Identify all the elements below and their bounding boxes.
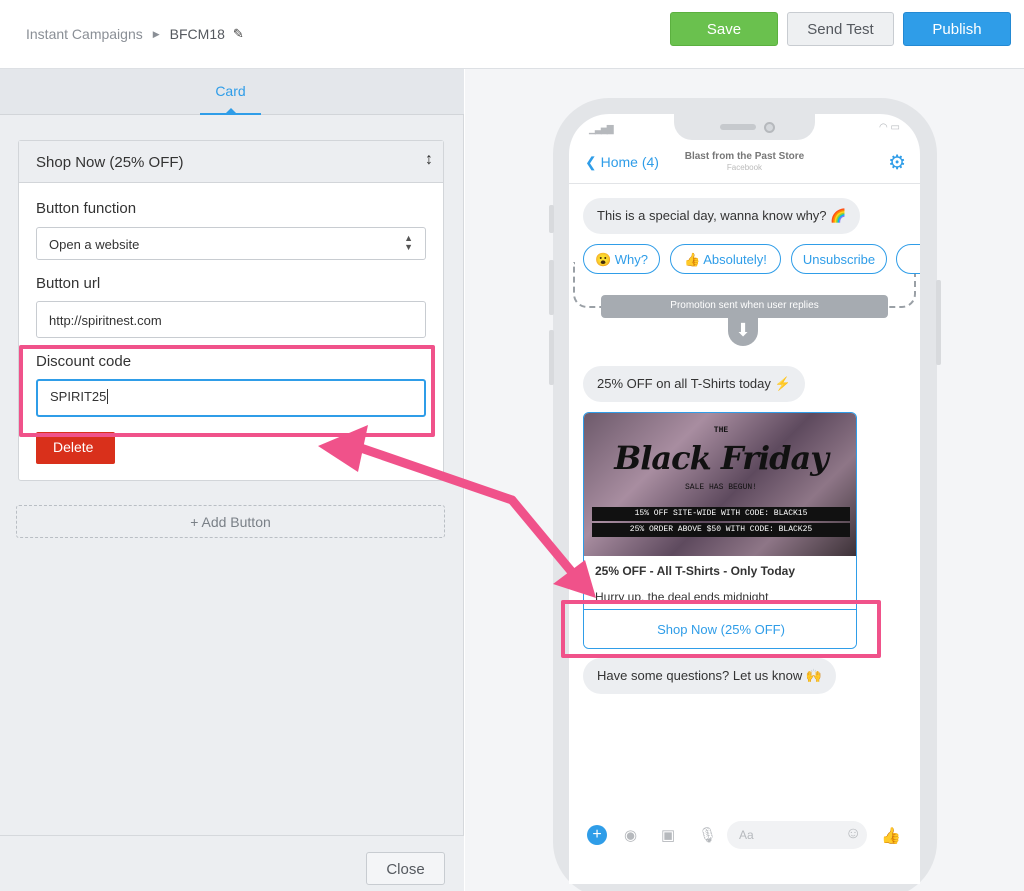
annotation-arrow xyxy=(318,425,596,598)
